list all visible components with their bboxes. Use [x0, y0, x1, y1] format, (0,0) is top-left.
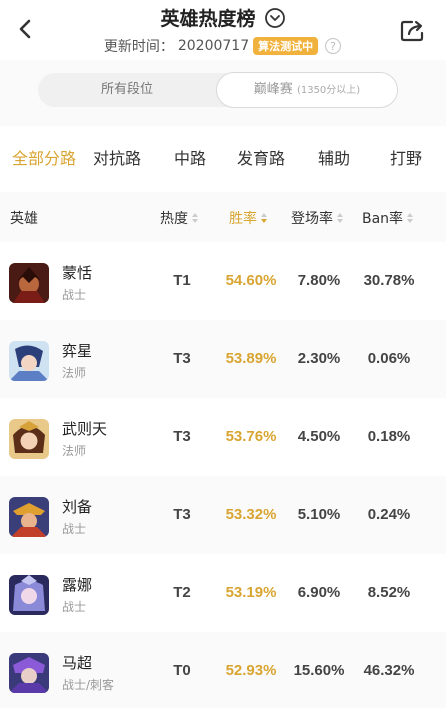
- table-row[interactable]: 马超 战士/刺客 T0 52.93% 15.60% 46.32%: [0, 632, 446, 708]
- segment-all-ranks[interactable]: 所有段位: [38, 73, 216, 107]
- tab-support[interactable]: 辅助: [318, 145, 350, 169]
- tab-mid-lane[interactable]: 中路: [174, 145, 206, 169]
- tab-all-lanes[interactable]: 全部分路: [12, 145, 76, 169]
- table-row[interactable]: 露娜 战士 T2 53.19% 6.90% 8.52%: [0, 554, 446, 632]
- table-row[interactable]: 武则天 法师 T3 53.76% 4.50% 0.18%: [0, 398, 446, 476]
- ban-rate: 8.52%: [367, 584, 411, 601]
- hero-role: 法师: [62, 444, 87, 458]
- win-rate: 53.76%: [225, 428, 277, 445]
- win-rate: 53.32%: [225, 506, 277, 523]
- pick-rate: 6.90%: [297, 584, 341, 601]
- rank-segment-control: 所有段位 巅峰赛 (1350分以上): [38, 72, 398, 108]
- segment-peak[interactable]: 巅峰赛 (1350分以上): [216, 72, 398, 108]
- table-row[interactable]: 弈星 法师 T3 53.89% 2.30% 0.06%: [0, 320, 446, 398]
- update-label: 更新时间：: [103, 39, 174, 55]
- sort-icon: [261, 213, 267, 223]
- hero-name: 露娜: [62, 576, 93, 594]
- algo-test-badge: 算法测试中: [253, 37, 319, 55]
- header-bar: 英雄热度榜 更新时间： 20200717 算法测试中 ?: [0, 0, 446, 60]
- hero-name: 刘备: [62, 498, 93, 516]
- hero-name: 马超: [62, 654, 93, 672]
- chevron-down-circle-icon[interactable]: [264, 7, 286, 29]
- table-row[interactable]: 蒙恬 战士 T1 54.60% 7.80% 30.78%: [0, 242, 446, 320]
- column-ban-rate[interactable]: Ban率: [362, 208, 414, 228]
- pick-rate: 7.80%: [297, 272, 341, 289]
- sort-icon: [192, 213, 198, 223]
- pick-rate: 15.60%: [293, 662, 345, 679]
- ban-rate: 30.78%: [363, 272, 415, 289]
- hero-role: 战士: [62, 522, 87, 536]
- sort-icon: [337, 213, 343, 223]
- win-rate: 53.19%: [225, 584, 277, 601]
- tab-farm-lane[interactable]: 发育路: [237, 145, 285, 169]
- update-date: 20200717: [177, 38, 250, 54]
- hero-role: 战士: [62, 600, 87, 614]
- question-circle-icon[interactable]: ?: [324, 37, 342, 55]
- column-hero: 英雄: [10, 211, 38, 227]
- share-icon[interactable]: [398, 16, 428, 44]
- win-rate: 52.93%: [225, 662, 277, 679]
- sort-icon: [407, 213, 414, 223]
- hero-avatar: [9, 653, 49, 693]
- hero-name: 弈星: [62, 342, 93, 360]
- column-heat[interactable]: 热度: [160, 208, 198, 228]
- table-row[interactable]: 刘备 战士 T3 53.32% 5.10% 0.24%: [0, 476, 446, 554]
- page-title: 英雄热度榜: [160, 8, 256, 30]
- hero-name: 蒙恬: [62, 264, 93, 282]
- heat-tier: T2: [173, 584, 191, 601]
- segment-peak-sub: (1350分以上): [296, 85, 361, 96]
- heat-tier: T3: [173, 506, 191, 523]
- win-rate: 54.60%: [225, 272, 277, 289]
- ban-rate: 0.06%: [367, 350, 411, 367]
- pick-rate: 5.10%: [297, 506, 341, 523]
- svg-text:?: ?: [330, 40, 336, 53]
- ban-rate: 46.32%: [363, 662, 415, 679]
- tab-jungle[interactable]: 打野: [390, 145, 422, 169]
- hero-avatar: [9, 341, 49, 381]
- ban-rate: 0.18%: [367, 428, 411, 445]
- column-pick-rate[interactable]: 登场率: [291, 208, 343, 228]
- win-rate: 53.89%: [225, 350, 277, 367]
- heat-tier: T3: [173, 350, 191, 367]
- hero-avatar: [9, 263, 49, 303]
- heat-tier: T0: [173, 662, 191, 679]
- segment-peak-label: 巅峰赛: [253, 82, 293, 97]
- heat-tier: T1: [173, 272, 191, 289]
- lane-tab-bar: 全部分路 对抗路 中路 发育路 辅助 打野: [0, 130, 446, 180]
- hero-name: 武则天: [62, 420, 108, 438]
- pick-rate: 2.30%: [297, 350, 341, 367]
- hero-avatar: [9, 497, 49, 537]
- hero-role: 战士/刺客: [62, 678, 115, 692]
- hero-role: 法师: [62, 366, 87, 380]
- hero-avatar: [9, 575, 49, 615]
- hero-avatar: [9, 419, 49, 459]
- hero-role: 战士: [62, 288, 87, 302]
- pick-rate: 4.50%: [297, 428, 341, 445]
- table-header: 英雄 热度 胜率 登场率 Ban率: [0, 192, 446, 242]
- heat-tier: T3: [173, 428, 191, 445]
- ban-rate: 0.24%: [367, 506, 411, 523]
- tab-top-lane[interactable]: 对抗路: [93, 145, 141, 169]
- column-win-rate[interactable]: 胜率: [229, 208, 267, 228]
